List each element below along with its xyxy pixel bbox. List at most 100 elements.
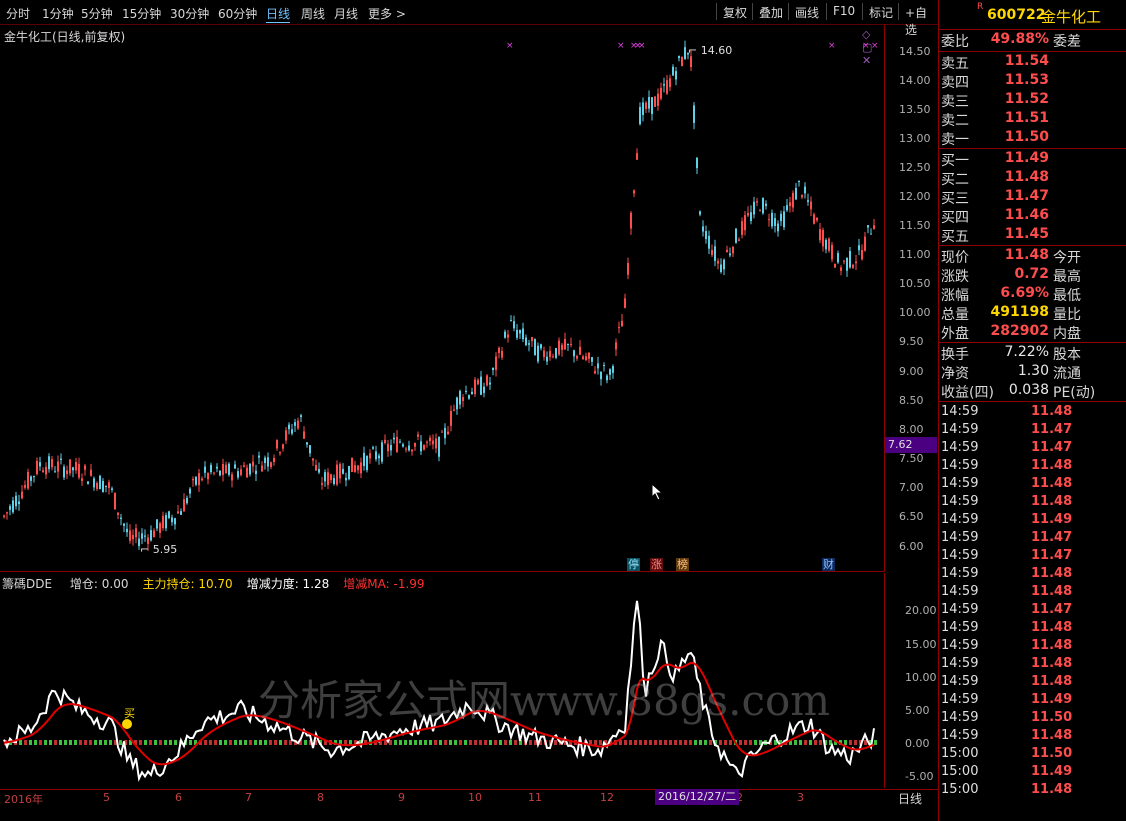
tick-row: 14:59 11.49 [939, 512, 1126, 530]
candle-body [282, 444, 284, 449]
candle-body [516, 329, 518, 338]
candle-body [807, 200, 809, 202]
candle-body [681, 56, 683, 67]
candle-body [819, 229, 821, 241]
candle-body [90, 469, 92, 476]
candle-body [429, 437, 431, 442]
volume-bar [719, 740, 722, 745]
price-axis-label: 10.00 [899, 306, 931, 319]
candle-body [495, 356, 497, 370]
volume-bar [214, 740, 217, 745]
candle-body [207, 473, 209, 480]
indicator-axis-label: 0.00 [905, 737, 930, 750]
candle-body [87, 481, 89, 485]
tick-time: 14:59 [941, 692, 979, 707]
candle-body [531, 337, 533, 342]
period-tab-daily[interactable]: 日线 [266, 5, 291, 23]
volume-bar [694, 740, 697, 745]
bid-row[interactable]: 买五 11.45 [939, 226, 1126, 245]
candle-body [729, 253, 731, 256]
candle-body [117, 512, 119, 515]
period-tab-15min[interactable]: 15分钟 [122, 5, 161, 22]
period-tab-5min[interactable]: 5分钟 [81, 5, 113, 22]
date-axis-label: 6 [175, 791, 182, 804]
mark-button[interactable]: 标记 [862, 3, 899, 20]
indicator-value: 增减力度: 1.28 [246, 577, 330, 591]
candle-body [354, 465, 356, 473]
ask-row[interactable]: 卖四 11.53 [939, 72, 1126, 91]
candle-body [327, 472, 329, 485]
fuquan-button[interactable]: 复权 [716, 3, 753, 20]
candle-body [636, 153, 638, 160]
candlestick-chart[interactable]: × × ××× × × × [0, 25, 885, 572]
bid-row[interactable]: 买四 11.46 [939, 207, 1126, 226]
volume-bar [204, 740, 207, 745]
candle-body [381, 442, 383, 462]
volume-bar [594, 740, 597, 745]
event-marker-halt[interactable]: 停 [627, 558, 640, 571]
period-tab-weekly[interactable]: 周线 [301, 5, 325, 22]
ask-row[interactable]: 卖五 11.54 [939, 53, 1126, 72]
period-tab-1min[interactable]: 1分钟 [42, 5, 74, 22]
period-tab-60min[interactable]: 60分钟 [218, 5, 257, 22]
price-axis-label: 14.50 [899, 45, 931, 58]
ask-row[interactable]: 卖一 11.50 [939, 129, 1126, 148]
volume-bar [284, 740, 287, 745]
draw-line-button[interactable]: 画线 [788, 3, 825, 20]
volume-bar [144, 740, 147, 745]
ask-row[interactable]: 卖三 11.52 [939, 91, 1126, 110]
candle-body [804, 186, 806, 194]
f10-button[interactable]: F10 [826, 3, 861, 20]
volume-bar [84, 740, 87, 745]
candle-body [393, 437, 395, 440]
ask-row[interactable]: 卖二 11.51 [939, 110, 1126, 129]
candle-body [576, 355, 578, 359]
period-tab-30min[interactable]: 30分钟 [170, 5, 209, 22]
period-tab-fenshi[interactable]: 分时 [6, 5, 30, 22]
candle-body [543, 350, 545, 358]
date-axis-period[interactable]: 日线 [898, 790, 922, 807]
bid-label: 买二 [941, 172, 969, 188]
overlay-button[interactable]: 叠加 [752, 3, 789, 20]
volume-bar [119, 740, 122, 745]
bid-price: 11.47 [1004, 188, 1049, 204]
candle-body [126, 528, 128, 533]
price-axis-label: 9.50 [899, 335, 924, 348]
tick-row: 15:00 11.49 [939, 764, 1126, 782]
tick-price: 11.50 [1031, 710, 1073, 725]
bid-row[interactable]: 买二 11.48 [939, 169, 1126, 188]
candle-body [375, 451, 377, 460]
candle-body [465, 390, 467, 392]
stat2-label: 收益(四) [941, 385, 994, 401]
price-axis-label: 7.50 [899, 452, 924, 465]
candle-body [693, 105, 695, 123]
date-axis-label: 11 [528, 791, 542, 804]
candle-body [468, 395, 470, 399]
bid-row[interactable]: 买一 11.49 [939, 150, 1126, 169]
volume-bar [94, 740, 97, 745]
volume-bar [659, 740, 662, 745]
add-favorite-button[interactable]: +自选 [898, 3, 938, 37]
candle-body [504, 331, 506, 338]
candle-body [243, 465, 245, 467]
event-marker-limit[interactable]: 涨 [650, 558, 663, 571]
tick-row: 14:59 11.47 [939, 602, 1126, 620]
candle-body [312, 458, 314, 461]
tick-row: 14:59 11.48 [939, 584, 1126, 602]
period-tab-monthly[interactable]: 月线 [334, 5, 358, 22]
candle-body [741, 221, 743, 235]
bid-row[interactable]: 买三 11.47 [939, 188, 1126, 207]
price-axis-label: 8.50 [899, 394, 924, 407]
candle-body [222, 463, 224, 476]
volume-bar [39, 740, 42, 745]
tick-row: 15:00 11.50 [939, 746, 1126, 764]
stock-header: R 600722 金牛化工 [939, 0, 1126, 30]
volume-bar [754, 740, 757, 745]
volume-bar [499, 740, 502, 745]
period-tab-more[interactable]: 更多 > [368, 5, 406, 22]
weibi-value: 49.88% [990, 31, 1049, 47]
event-marker-list[interactable]: 榜 [676, 558, 689, 571]
date-axis-label: 2016年 [4, 793, 43, 806]
event-marker-finance[interactable]: 财 [822, 558, 835, 571]
tick-price: 11.49 [1031, 692, 1073, 707]
